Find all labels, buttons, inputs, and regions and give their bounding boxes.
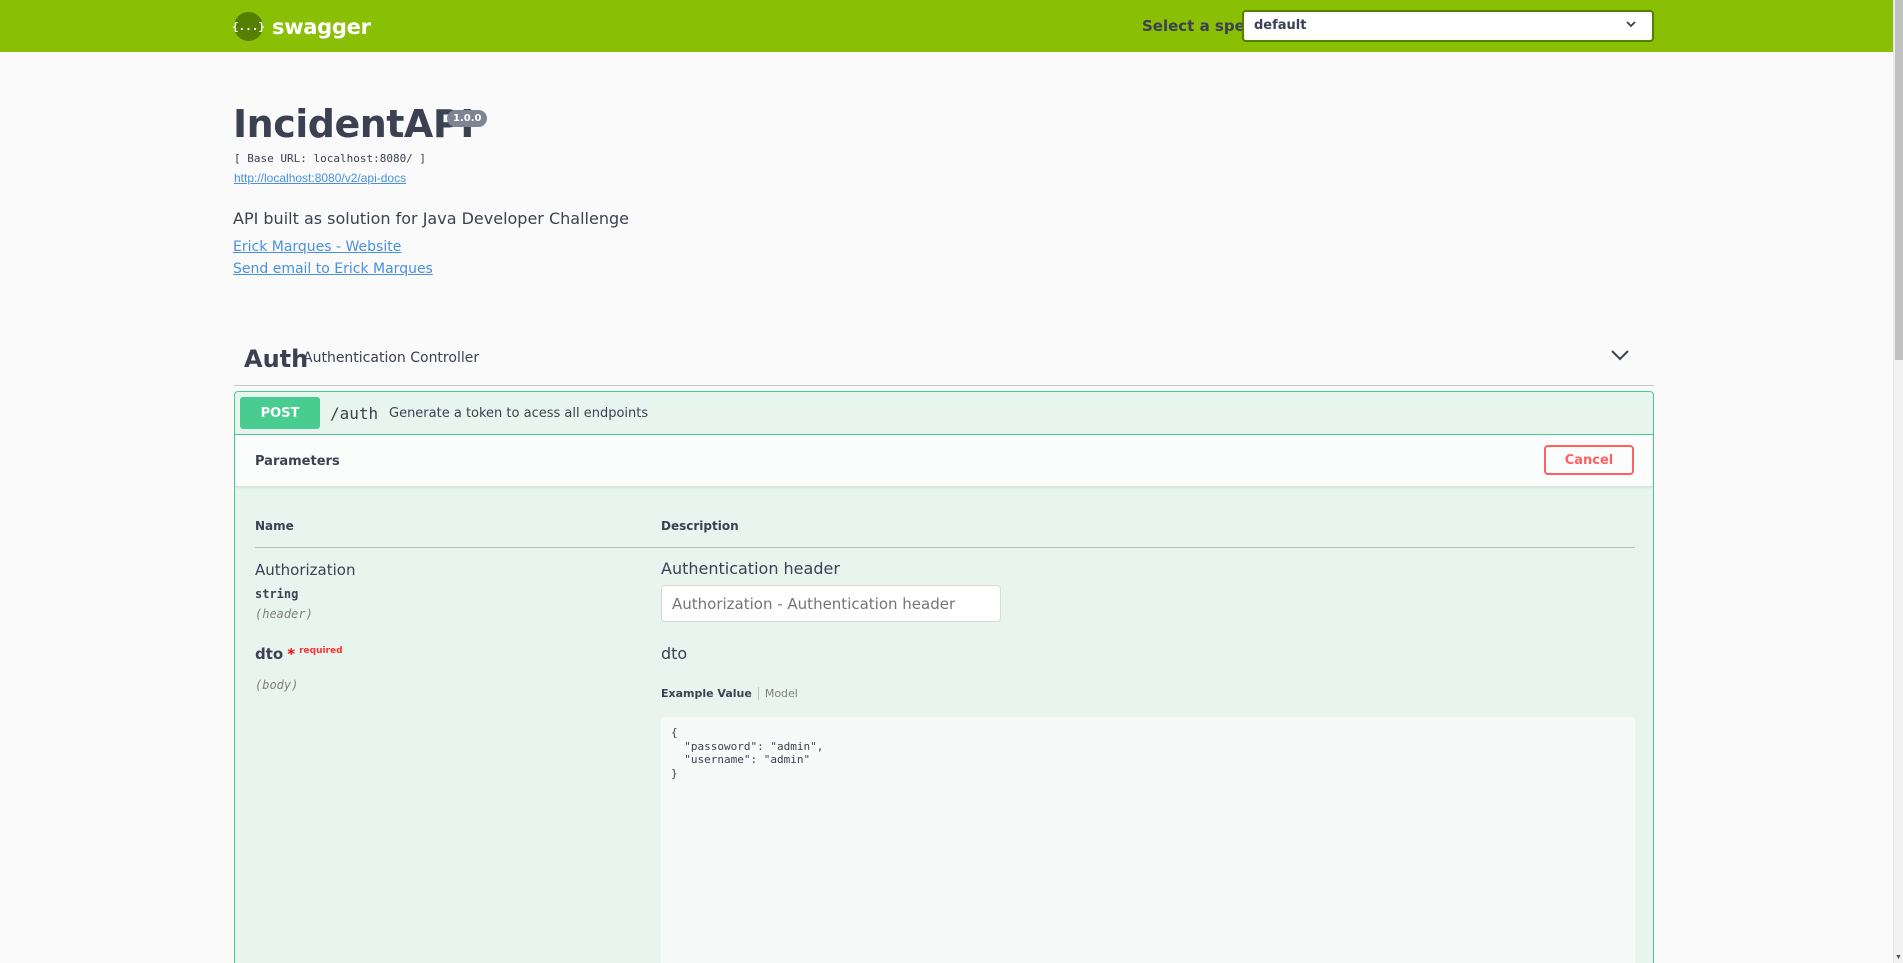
method-badge: POST — [240, 397, 320, 429]
body-example-editor[interactable]: { "passoword": "admin", "username": "adm… — [661, 717, 1635, 963]
scrollbar-thumb[interactable] — [1895, 0, 1903, 360]
chevron-down-icon[interactable] — [1610, 345, 1630, 365]
param-name: Authorization — [255, 561, 356, 579]
version-badge: 1.0.0 — [447, 110, 488, 127]
tag-description: Authentication Controller — [303, 350, 480, 366]
tag-auth-header[interactable]: Auth Authentication Controller — [234, 340, 1654, 386]
opblock-summary[interactable]: POST /auth Generate a token to acess all… — [235, 392, 1653, 435]
authorization-input[interactable] — [661, 585, 1001, 622]
swagger-logo-icon: {...} — [232, 12, 265, 41]
operation-summary: Generate a token to acess all endpoints — [389, 406, 649, 421]
param-name: dto — [255, 645, 284, 663]
api-title: IncidentAPI — [233, 102, 474, 146]
chevron-down-icon — [1626, 21, 1636, 28]
website-link[interactable]: Erick Marques - Website — [233, 239, 401, 255]
base-url: [ Base URL: localhost:8080/ ] — [234, 152, 427, 165]
example-model-tabs: Example Value Model — [661, 687, 798, 700]
cancel-button[interactable]: Cancel — [1544, 445, 1634, 475]
swagger-logo-text: swagger — [272, 14, 371, 39]
tag-name: Auth — [244, 345, 309, 373]
required-label: required — [299, 646, 343, 656]
required-star: * — [287, 645, 296, 663]
api-docs-link[interactable]: http://localhost:8080/v2/api-docs — [234, 171, 406, 185]
scroll-down-arrow-icon[interactable]: ▼ — [1895, 954, 1902, 961]
operation-path: /auth — [330, 404, 379, 423]
swagger-logo[interactable]: {...} swagger — [232, 12, 371, 41]
param-description: Authentication header — [661, 559, 840, 578]
tab-model[interactable]: Model — [759, 687, 798, 700]
param-location: (body) — [255, 678, 299, 692]
parameters-header: Parameters Cancel — [235, 435, 1653, 487]
column-header-description: Description — [661, 519, 739, 533]
spec-select-value: default — [1254, 18, 1307, 33]
opblock-post-auth: POST /auth Generate a token to acess all… — [234, 391, 1654, 963]
spec-select-label: Select a spec — [1142, 17, 1254, 35]
param-description: dto — [661, 644, 688, 663]
email-link[interactable]: Send email to Erick Marques — [233, 261, 433, 277]
parameters-title: Parameters — [255, 454, 340, 469]
param-location: (header) — [255, 607, 313, 621]
tab-example-value[interactable]: Example Value — [661, 687, 759, 700]
page-scrollbar[interactable]: ▼ — [1893, 0, 1903, 963]
column-header-name: Name — [255, 519, 294, 533]
param-name-required: dto * required — [255, 645, 343, 663]
api-description: API built as solution for Java Developer… — [233, 209, 629, 228]
param-type: string — [255, 587, 299, 601]
topbar: {...} swagger Select a spec default — [0, 0, 1893, 52]
table-header-divider — [255, 547, 1635, 548]
spec-select[interactable]: default — [1242, 10, 1654, 42]
